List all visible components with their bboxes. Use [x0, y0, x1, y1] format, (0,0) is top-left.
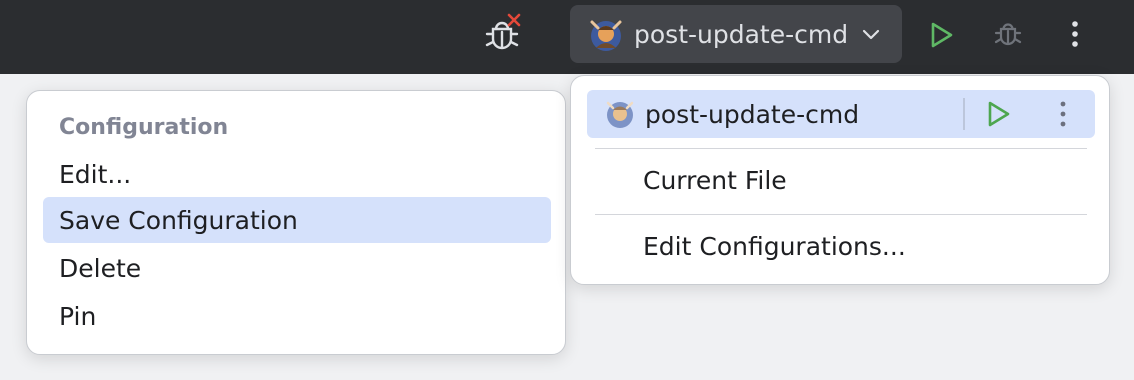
chevron-down-icon	[862, 29, 880, 40]
section-header: Configuration	[59, 115, 229, 140]
separator	[595, 214, 1087, 215]
configuration-context-menu: Configuration Edit... Save Configuration…	[26, 90, 566, 355]
debug-icon[interactable]	[988, 14, 1028, 54]
run-icon[interactable]	[983, 99, 1013, 129]
menu-item-save-configuration[interactable]: Save Configuration	[43, 197, 551, 243]
debug-error-icon[interactable]	[478, 12, 526, 56]
menu-item-edit-configurations[interactable]: Edit Configurations...	[643, 232, 906, 261]
run-configurations-popup: post-update-cmd Current File Edit Config…	[570, 75, 1110, 285]
more-vertical-icon[interactable]	[1060, 14, 1090, 54]
avatar-icon	[606, 101, 634, 128]
config-name: post-update-cmd	[634, 19, 849, 49]
run-icon[interactable]	[922, 16, 960, 54]
menu-item-pin[interactable]: Pin	[43, 293, 551, 339]
config-row-label: post-update-cmd	[645, 99, 860, 129]
separator	[595, 148, 1087, 149]
row-divider	[963, 98, 965, 130]
avatar-icon	[590, 20, 622, 51]
menu-item-edit[interactable]: Edit...	[43, 151, 551, 197]
more-vertical-icon[interactable]	[1053, 99, 1073, 129]
run-config-selector[interactable]: post-update-cmd	[570, 5, 902, 63]
main-toolbar: post-update-cmd	[0, 0, 1134, 74]
menu-item-delete[interactable]: Delete	[43, 245, 551, 291]
menu-item-current-file[interactable]: Current File	[643, 166, 787, 195]
config-row-post-update-cmd[interactable]: post-update-cmd	[587, 90, 1095, 138]
